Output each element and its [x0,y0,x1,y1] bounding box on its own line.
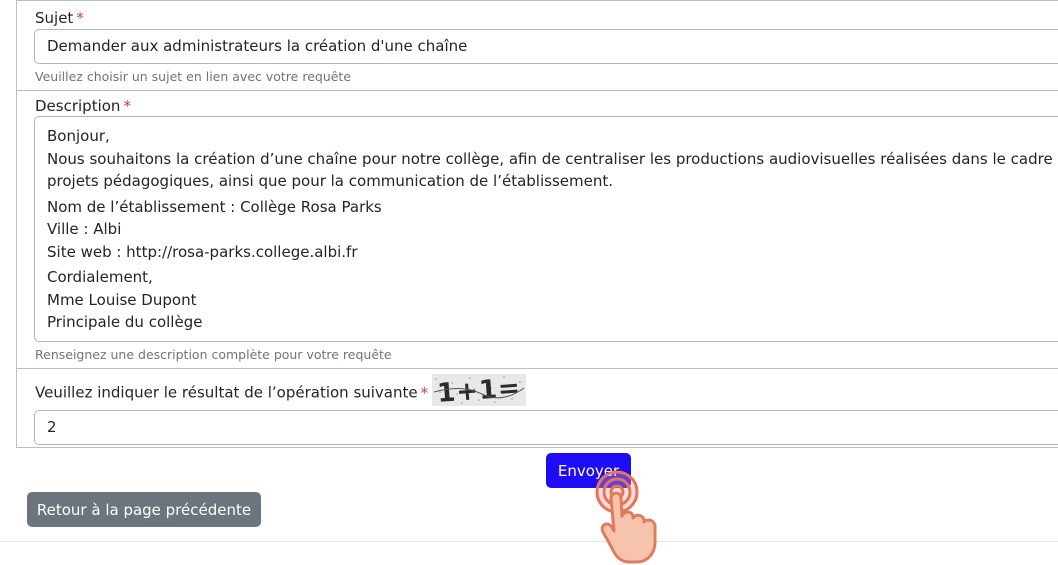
required-asterisk: * [76,9,84,27]
description-label: Description * [35,97,131,115]
required-asterisk: * [420,383,429,402]
description-help: Renseignez une description complète pour… [35,347,392,362]
description-line: Ville : Albi [47,220,122,238]
subject-value: Demander aux administrateurs la création… [47,37,468,55]
section-divider [17,90,1058,91]
page-divider [0,541,1058,542]
captcha-image: 1+1= [432,374,527,406]
back-button[interactable]: Retour à la page précédente [27,492,261,527]
description-line: Site web : http://rosa-parks.college.alb… [47,242,358,261]
captcha-text: 1+1= [436,374,522,406]
subject-help: Veuillez choisir un sujet en lien avec v… [35,69,352,84]
subject-label: Sujet * [35,9,84,27]
subject-select[interactable]: Demander aux administrateurs la création… [34,29,1058,64]
pointing-hand-click-icon [595,470,657,564]
description-line: Bonjour, [47,127,110,145]
captcha-label: Veuillez indiquer le résultat de l’opéra… [35,374,527,409]
description-line: Principale du collège [47,313,203,331]
captcha-answer-value: 2 [47,418,57,436]
section-divider [17,368,1058,369]
description-textarea[interactable]: Bonjour, Nous souhaitons la création d’u… [34,116,1058,342]
contact-form: Sujet * Demander aux administrateurs la c… [16,0,1058,448]
captcha-answer-input[interactable]: 2 [34,410,1058,445]
required-asterisk: * [123,97,131,115]
description-line: Mme Louise Dupont [47,290,197,309]
description-line: projets pédagogiques, ainsi que pour la … [47,172,614,190]
description-line: Nom de l’établissement : Collège Rosa Pa… [47,197,382,216]
description-line: Nous souhaitons la création d’une chaîne… [47,149,1058,168]
description-line: Cordialement, [47,268,153,286]
